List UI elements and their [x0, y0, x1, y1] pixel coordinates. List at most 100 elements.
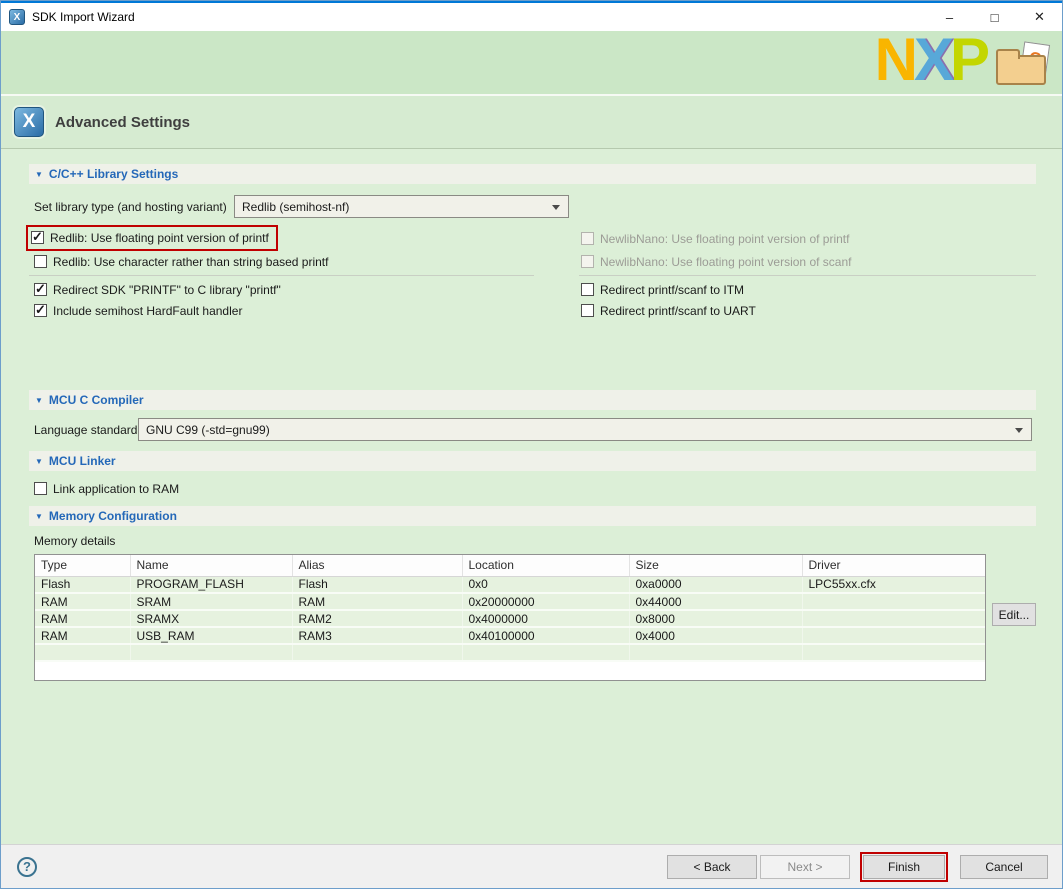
checkbox-icon[interactable]	[34, 304, 47, 317]
checkbox-redirect-sdk-printf[interactable]: Redirect SDK "PRINTF" to C library "prin…	[34, 281, 281, 298]
cell: 0x40100000	[462, 627, 629, 644]
section-title: MCU Linker	[49, 454, 116, 468]
column-header: Type	[35, 555, 130, 576]
page-heading: X Advanced Settings	[1, 94, 1062, 149]
memory-table[interactable]: Type Name Alias Location Size Driver Fla…	[34, 554, 986, 681]
folder-body	[996, 55, 1046, 85]
window-title: SDK Import Wizard	[32, 10, 135, 24]
table-row[interactable]: RAM USB_RAM RAM3 0x40100000 0x4000	[35, 627, 986, 644]
cell: 0x44000	[629, 593, 802, 610]
memory-details-label: Memory details	[34, 534, 115, 548]
section-memory-header[interactable]: Memory Configuration	[29, 506, 1036, 526]
table-row[interactable]: RAM SRAMX RAM2 0x4000000 0x8000	[35, 610, 986, 627]
chevron-down-icon	[1015, 428, 1023, 433]
collapse-arrow-icon	[35, 509, 49, 523]
cell: PROGRAM_FLASH	[130, 576, 292, 593]
close-button[interactable]: ✕	[1017, 3, 1062, 31]
divider	[579, 275, 1036, 276]
language-standard-select[interactable]: GNU C99 (-std=gnu99)	[138, 418, 1032, 441]
brand-banner: NXP C	[1, 31, 1062, 94]
checkbox-icon[interactable]	[581, 304, 594, 317]
checkbox-icon	[581, 232, 594, 245]
nxp-letter-n: N	[875, 27, 914, 93]
checkbox-label: Redirect printf/scanf to ITM	[600, 283, 744, 297]
cell	[802, 644, 986, 661]
cell: 0x20000000	[462, 593, 629, 610]
cell: 0x4000000	[462, 610, 629, 627]
checkbox-semihost-hardfault[interactable]: Include semihost HardFault handler	[34, 302, 242, 319]
cancel-button[interactable]: Cancel	[960, 855, 1048, 879]
cell: SRAMX	[130, 610, 292, 627]
checkbox-icon[interactable]	[34, 283, 47, 296]
section-compiler-header[interactable]: MCU C Compiler	[29, 390, 1036, 410]
checkbox-label: NewlibNano: Use floating point version o…	[600, 232, 849, 246]
checkbox-icon[interactable]	[34, 482, 47, 495]
folder-icon: C	[996, 43, 1050, 85]
chevron-down-icon	[552, 205, 560, 210]
checkbox-label: Include semihost HardFault handler	[53, 304, 242, 318]
column-header: Alias	[292, 555, 462, 576]
column-header: Name	[130, 555, 292, 576]
edit-button[interactable]: Edit...	[992, 603, 1036, 626]
cell: USB_RAM	[130, 627, 292, 644]
selected-value: Redlib (semihost-nf)	[242, 200, 349, 214]
cell	[802, 593, 986, 610]
cell: RAM3	[292, 627, 462, 644]
annotation-highlight-box: Redlib: Use floating point version of pr…	[26, 225, 278, 251]
table-row[interactable]: Flash PROGRAM_FLASH Flash 0x0 0xa0000 LP…	[35, 576, 986, 593]
checkbox-link-to-ram[interactable]: Link application to RAM	[34, 480, 179, 497]
checkbox-redirect-uart[interactable]: Redirect printf/scanf to UART	[581, 302, 756, 319]
table-header-row: Type Name Alias Location Size Driver	[35, 555, 986, 576]
help-button[interactable]: ?	[17, 857, 37, 877]
column-header: Size	[629, 555, 802, 576]
cell: SRAM	[130, 593, 292, 610]
nxp-letter-p: P	[950, 27, 986, 93]
cell	[802, 627, 986, 644]
cell	[130, 644, 292, 661]
section-linker-header[interactable]: MCU Linker	[29, 451, 1036, 471]
cell	[35, 644, 130, 661]
checkbox-icon[interactable]	[581, 283, 594, 296]
cell: 0x0	[462, 576, 629, 593]
table-row-empty	[35, 644, 986, 661]
checkbox-icon[interactable]	[34, 255, 47, 268]
cell: RAM	[35, 627, 130, 644]
cell: LPC55xx.cfx	[802, 576, 986, 593]
checkbox-icon	[581, 255, 594, 268]
cell	[802, 610, 986, 627]
checkbox-newlibnano-float-printf: NewlibNano: Use floating point version o…	[581, 230, 849, 247]
wizard-content: C/C++ Library Settings Set library type …	[1, 149, 1062, 844]
checkbox-icon[interactable]	[31, 231, 44, 244]
cell: RAM	[35, 593, 130, 610]
checkbox-newlibnano-float-scanf: NewlibNano: Use floating point version o…	[581, 253, 851, 270]
sdk-import-wizard-window: X SDK Import Wizard – □ ✕ NXP C X Advanc…	[0, 0, 1063, 889]
next-button[interactable]: Next >	[760, 855, 850, 879]
column-header: Driver	[802, 555, 986, 576]
cell: RAM	[292, 593, 462, 610]
annotation-highlight-box: Finish	[860, 852, 948, 882]
checkbox-label: Link application to RAM	[53, 482, 179, 496]
checkbox-label: Redlib: Use floating point version of pr…	[50, 231, 269, 245]
cell	[462, 644, 629, 661]
cell: RAM	[35, 610, 130, 627]
app-icon: X	[9, 9, 25, 25]
nxp-letter-x: X	[914, 27, 950, 93]
checkbox-redlib-float-printf[interactable]: Redlib: Use floating point version of pr…	[31, 229, 269, 246]
cell: RAM2	[292, 610, 462, 627]
back-button[interactable]: < Back	[667, 855, 757, 879]
mcuxpresso-x-icon: X	[14, 107, 44, 137]
cell	[292, 644, 462, 661]
section-title: C/C++ Library Settings	[49, 167, 178, 181]
selected-value: GNU C99 (-std=gnu99)	[146, 423, 270, 437]
checkbox-label: NewlibNano: Use floating point version o…	[600, 255, 851, 269]
finish-button[interactable]: Finish	[863, 855, 945, 879]
cell: 0x4000	[629, 627, 802, 644]
table-row[interactable]: RAM SRAM RAM 0x20000000 0x44000	[35, 593, 986, 610]
page-title: Advanced Settings	[55, 114, 190, 131]
section-library-settings-header[interactable]: C/C++ Library Settings	[29, 164, 1036, 184]
checkbox-redlib-char-printf[interactable]: Redlib: Use character rather than string…	[34, 253, 328, 270]
checkbox-redirect-itm[interactable]: Redirect printf/scanf to ITM	[581, 281, 744, 298]
collapse-arrow-icon	[35, 393, 49, 407]
cell	[629, 644, 802, 661]
library-type-select[interactable]: Redlib (semihost-nf)	[234, 195, 569, 218]
